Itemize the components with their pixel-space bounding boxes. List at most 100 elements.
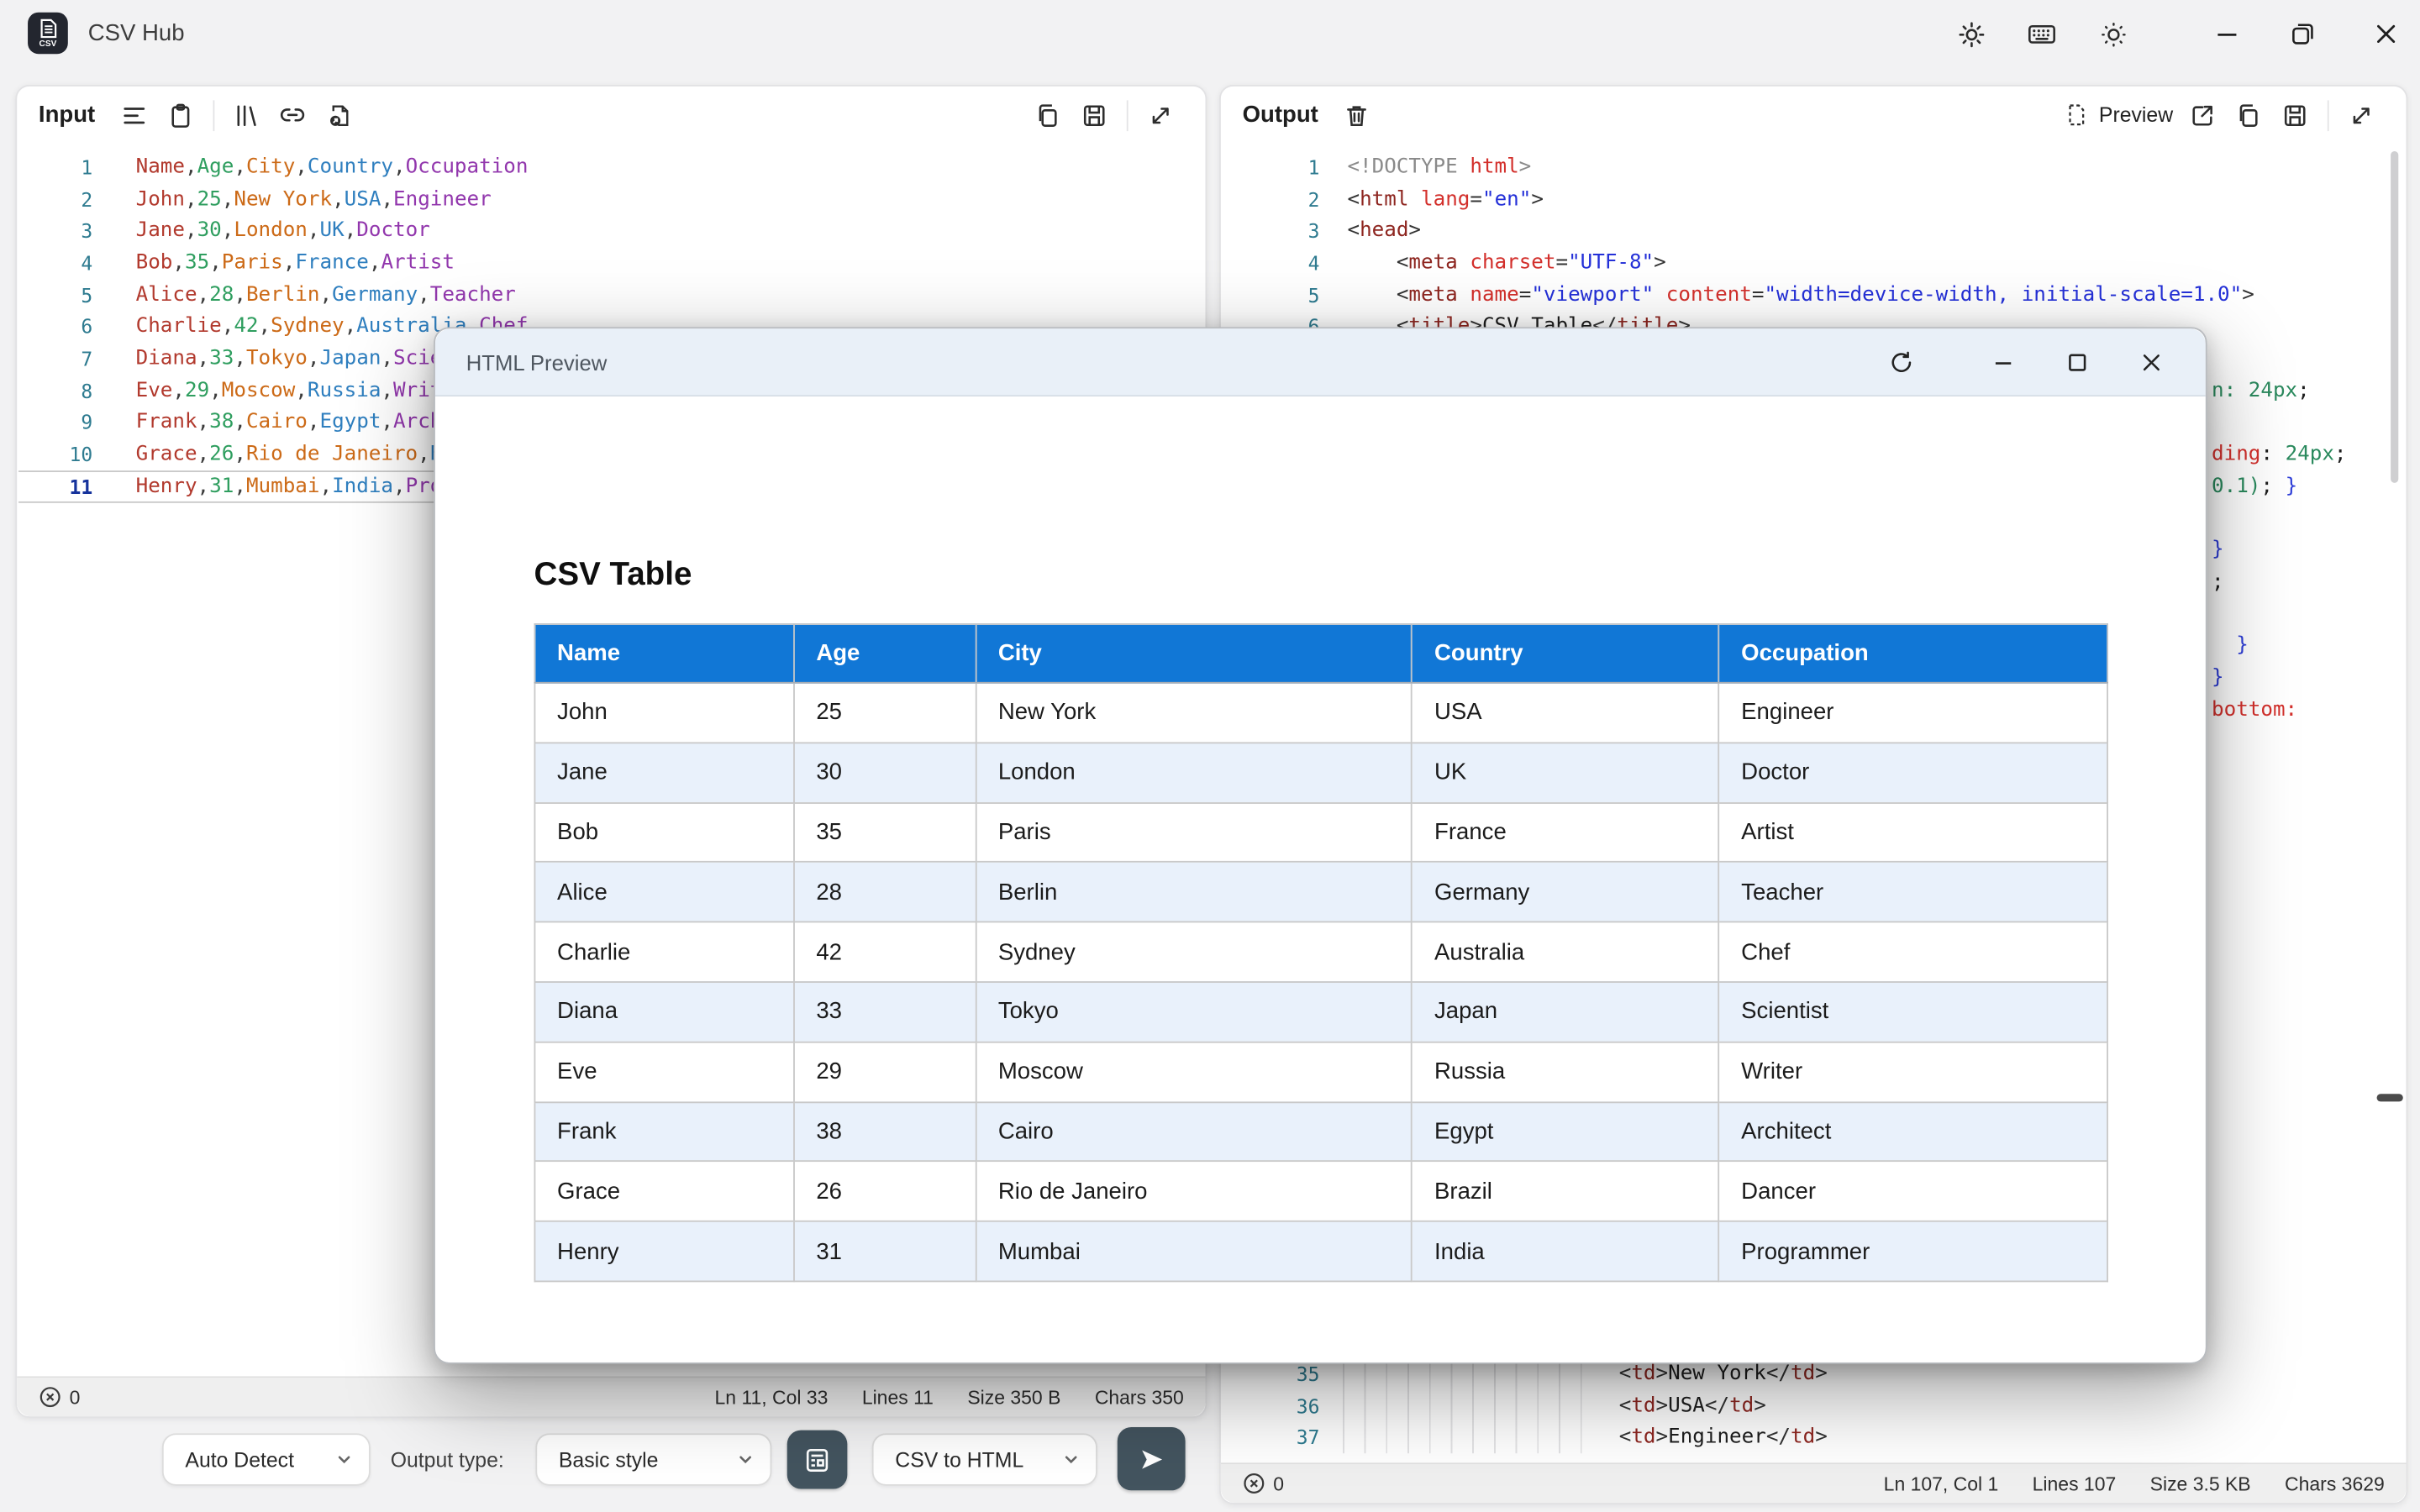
trash-icon[interactable] bbox=[1334, 95, 1380, 135]
copy-icon[interactable] bbox=[1025, 95, 1071, 135]
table-cell: Germany bbox=[1412, 863, 1718, 922]
theme-sun-icon[interactable] bbox=[2096, 17, 2129, 50]
table-row: Charlie42SydneyAustraliaChef bbox=[534, 922, 2107, 982]
table-cell: UK bbox=[1412, 743, 1718, 802]
style-select[interactable]: Basic style bbox=[535, 1433, 771, 1485]
preview-button[interactable]: Preview bbox=[2057, 102, 2179, 128]
table-row: Eve29MoscowRussiaWriter bbox=[534, 1042, 2107, 1101]
chevron-down-icon bbox=[335, 1451, 354, 1469]
table-cell: Japan bbox=[1412, 982, 1718, 1042]
detect-format-select[interactable]: Auto Detect bbox=[162, 1433, 371, 1485]
table-row: Bob35ParisFranceArtist bbox=[534, 802, 2107, 862]
preview-button-label: Preview bbox=[2099, 103, 2173, 127]
csv-line[interactable]: 2John,25,New York,USA,Engineer bbox=[18, 183, 1204, 215]
code-fragment: ; bbox=[2212, 566, 2224, 598]
table-header-cell: Name bbox=[534, 624, 793, 683]
conversion-select[interactable]: CSV to HTML bbox=[872, 1433, 1097, 1485]
library-columns-icon[interactable] bbox=[224, 95, 270, 135]
error-count: 0 bbox=[1273, 1473, 1284, 1494]
close-icon[interactable] bbox=[2369, 17, 2402, 50]
table-cell: Mumbai bbox=[976, 1221, 1412, 1281]
table-cell: Jane bbox=[534, 743, 793, 802]
table-cell: New York bbox=[976, 683, 1412, 743]
code-line[interactable]: 1<!DOCTYPE html> bbox=[1223, 151, 2405, 183]
paste-clipboard-icon[interactable] bbox=[157, 95, 203, 135]
table-cell: 25 bbox=[794, 683, 976, 743]
code-line[interactable]: 5 <meta name="viewport" content="width=d… bbox=[1223, 279, 2405, 311]
link-icon[interactable] bbox=[270, 95, 316, 135]
minimize-icon[interactable] bbox=[2210, 17, 2244, 50]
output-scrollbar-thumb[interactable] bbox=[2391, 151, 2398, 483]
convert-send-button[interactable] bbox=[1118, 1427, 1186, 1490]
app-logo-icon: CSV bbox=[28, 13, 68, 55]
csv-line[interactable]: 1Name,Age,City,Country,Occupation bbox=[18, 151, 1204, 183]
input-status-bar: 0 Ln 11, Col 33 Lines 11 Size 350 B Char… bbox=[17, 1376, 1205, 1416]
table-cell: Doctor bbox=[1719, 743, 2108, 802]
output-panel-header: Output Preview bbox=[1221, 87, 2407, 144]
csv-line[interactable]: 5Alice,28,Berlin,Germany,Teacher bbox=[18, 279, 1204, 311]
code-line[interactable]: 3<head> bbox=[1223, 215, 2405, 247]
save-icon[interactable] bbox=[1071, 95, 1118, 135]
code-fragment: 0.1); } bbox=[2212, 470, 2297, 502]
close-icon[interactable] bbox=[2128, 340, 2175, 383]
expand-icon[interactable] bbox=[1138, 95, 1184, 135]
table-layout-button[interactable] bbox=[787, 1431, 848, 1489]
table-cell: Tokyo bbox=[976, 982, 1412, 1042]
share-icon[interactable] bbox=[2179, 95, 2225, 135]
html-output-editor[interactable]: 1<!DOCTYPE html>2<html lang="en">3<head>… bbox=[1223, 151, 2405, 343]
resize-handle[interactable] bbox=[2377, 1094, 2403, 1101]
error-circle-x-icon bbox=[1243, 1472, 1266, 1495]
copy-icon[interactable] bbox=[2226, 95, 2272, 135]
keyboard-icon[interactable] bbox=[2025, 17, 2059, 50]
table-row: John25New YorkUSAEngineer bbox=[534, 683, 2107, 743]
align-lines-icon[interactable] bbox=[111, 95, 157, 135]
code-line[interactable]: 4 <meta charset="UTF-8"> bbox=[1223, 247, 2405, 279]
detect-format-value: Auto Detect bbox=[185, 1448, 294, 1472]
minimize-icon[interactable] bbox=[1981, 340, 2027, 383]
maximize-icon[interactable] bbox=[2054, 340, 2101, 383]
table-cell: Sydney bbox=[976, 922, 1412, 982]
table-cell: 26 bbox=[794, 1162, 976, 1221]
code-line[interactable]: 36<td>USA</td> bbox=[1223, 1389, 2405, 1421]
preview-table: NameAgeCityCountryOccupationJohn25New Yo… bbox=[534, 623, 2108, 1282]
line-count: Lines 11 bbox=[862, 1386, 934, 1408]
settings-gear-icon[interactable] bbox=[1954, 17, 1987, 50]
table-cell: Moscow bbox=[976, 1042, 1412, 1101]
table-cell: France bbox=[1412, 802, 1718, 862]
csv-line[interactable]: 4Bob,35,Paris,France,Artist bbox=[18, 247, 1204, 279]
file-size: Size 3.5 KB bbox=[2150, 1473, 2251, 1494]
output-status-bar: 0 Ln 107, Col 1 Lines 107 Size 3.5 KB Ch… bbox=[1221, 1462, 2407, 1503]
preview-window-titlebar[interactable]: HTML Preview bbox=[435, 328, 2206, 396]
csv-line[interactable]: 3Jane,30,London,UK,Doctor bbox=[18, 215, 1204, 247]
table-cell: Teacher bbox=[1719, 863, 2108, 922]
table-cell: Paris bbox=[976, 802, 1412, 862]
chevron-down-icon bbox=[736, 1451, 755, 1469]
table-cell: Grace bbox=[534, 1162, 793, 1221]
table-header-cell: Occupation bbox=[1719, 624, 2108, 683]
divider bbox=[2328, 99, 2329, 130]
code-fragment: } bbox=[2212, 534, 2224, 566]
code-fragment: } bbox=[2212, 630, 2249, 662]
save-icon[interactable] bbox=[2272, 95, 2318, 135]
table-cell: India bbox=[1412, 1221, 1718, 1281]
restore-icon[interactable] bbox=[2286, 17, 2319, 50]
reload-icon[interactable] bbox=[1878, 340, 1924, 383]
error-count: 0 bbox=[70, 1386, 81, 1408]
table-cell: Alice bbox=[534, 863, 793, 922]
code-line[interactable]: 37<td>Engineer</td> bbox=[1223, 1421, 2405, 1453]
input-panel-header: Input bbox=[17, 87, 1205, 144]
table-cell: 38 bbox=[794, 1102, 976, 1162]
table-cell: Writer bbox=[1719, 1042, 2108, 1101]
preview-window-title: HTML Preview bbox=[466, 349, 608, 374]
table-header-cell: City bbox=[976, 624, 1412, 683]
table-row: Henry31MumbaiIndiaProgrammer bbox=[534, 1221, 2107, 1281]
table-cell: Australia bbox=[1412, 922, 1718, 982]
html-output-editor-bottom[interactable]: 35<td>New York</td>36<td>USA</td>37<td>E… bbox=[1223, 1357, 2405, 1453]
file-export-icon[interactable] bbox=[316, 95, 362, 135]
code-fragment: ding: 24px; bbox=[2212, 438, 2346, 470]
table-layout-icon bbox=[802, 1445, 832, 1474]
code-line[interactable]: 2<html lang="en"> bbox=[1223, 183, 2405, 215]
style-value: Basic style bbox=[559, 1448, 659, 1472]
conversion-value: CSV to HTML bbox=[895, 1448, 1023, 1472]
expand-icon[interactable] bbox=[2338, 95, 2385, 135]
